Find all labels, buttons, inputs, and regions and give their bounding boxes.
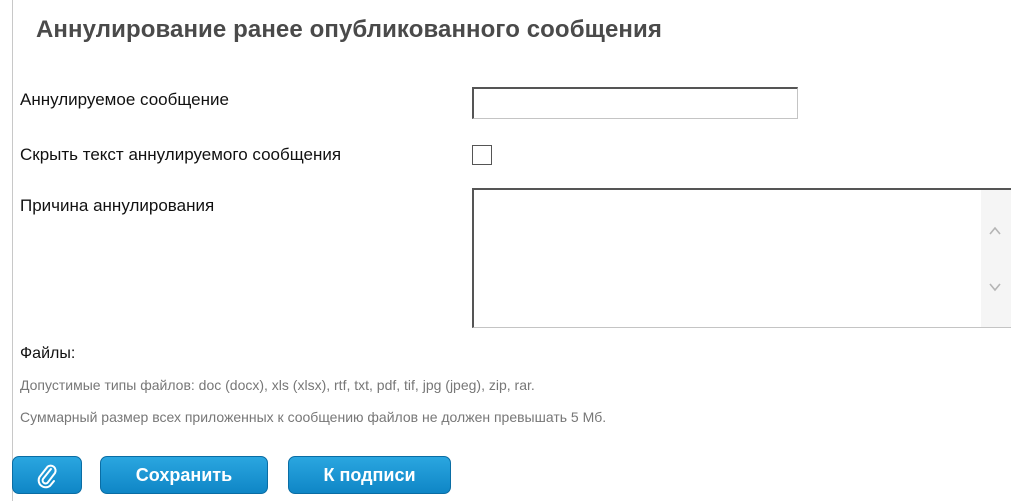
- allowed-file-types-hint: Допустимые типы файлов: doc (docx), xls …: [20, 377, 535, 393]
- paperclip-icon: [37, 464, 57, 489]
- left-divider: [12, 0, 13, 501]
- hide-text-checkbox[interactable]: [472, 145, 492, 165]
- attach-file-button[interactable]: [12, 456, 82, 494]
- reason-label: Причина аннулирования: [20, 196, 215, 215]
- reason-scrollbar[interactable]: [981, 190, 1011, 327]
- message-label: Аннулируемое сообщение: [20, 90, 229, 109]
- page-title: Аннулирование ранее опубликованного сооб…: [36, 16, 662, 43]
- scroll-down-icon[interactable]: [988, 280, 1002, 294]
- scroll-up-icon[interactable]: [988, 224, 1002, 238]
- files-label: Файлы:: [20, 345, 76, 362]
- hide-text-label: Скрыть текст аннулируемого сообщения: [20, 145, 342, 164]
- to-sign-button[interactable]: К подписи: [288, 456, 451, 494]
- file-size-limit-hint: Суммарный размер всех приложенных к сооб…: [20, 409, 607, 425]
- reason-textarea[interactable]: [474, 190, 974, 327]
- save-button[interactable]: Сохранить: [100, 456, 268, 494]
- message-input[interactable]: [472, 87, 798, 119]
- page: Аннулирование ранее опубликованного сооб…: [0, 0, 1011, 501]
- reason-textarea-container: [472, 188, 1011, 328]
